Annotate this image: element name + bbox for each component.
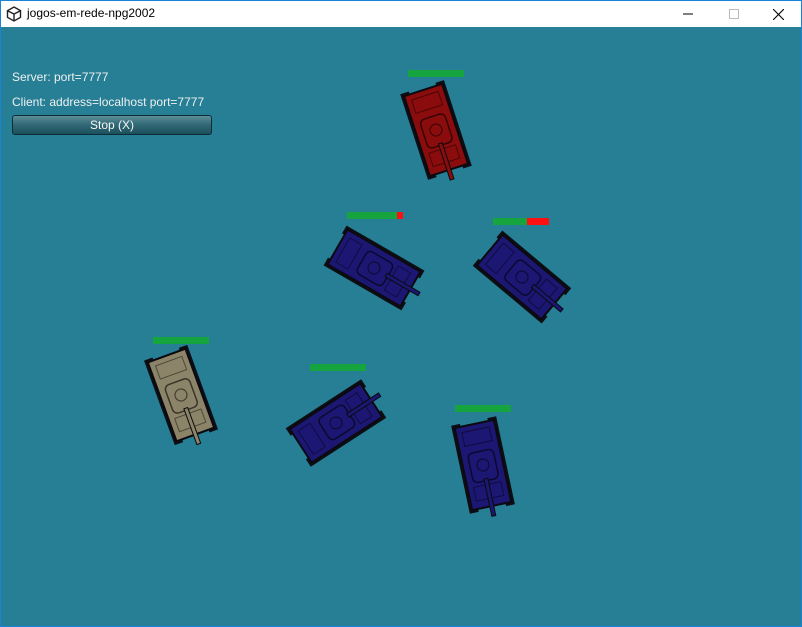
player-tank: [143, 344, 219, 446]
window-title: jogos-em-rede-npg2002: [27, 6, 156, 20]
health-fill: [408, 70, 464, 77]
damage-fill: [397, 212, 403, 219]
health-fill: [455, 405, 511, 412]
tank-body: [285, 379, 387, 467]
minimize-button[interactable]: [665, 1, 711, 27]
damage-fill: [527, 218, 549, 225]
health-bar-red-tank: [408, 70, 464, 77]
close-icon: [772, 8, 784, 20]
game-viewport[interactable]: Server: port=7777 Client: address=localh…: [1, 27, 801, 626]
close-button[interactable]: [755, 1, 801, 27]
stop-button[interactable]: Stop (X): [12, 115, 212, 135]
health-bar-blue-tank-3: [310, 364, 366, 371]
maximize-button[interactable]: [711, 1, 757, 27]
red-tank: [400, 80, 472, 181]
maximize-icon: [729, 9, 739, 19]
server-status: Server: port=7777: [12, 70, 109, 84]
tank-body: [143, 344, 219, 446]
blue-tank-3: [285, 379, 387, 467]
health-fill: [347, 212, 397, 219]
unity-icon: [6, 6, 22, 22]
game-window: jogos-em-rede-npg2002 Server: port=7777 …: [0, 0, 802, 627]
blue-tank-2: [472, 230, 572, 324]
health-bar-blue-tank-1: [347, 212, 403, 219]
health-bar-blue-tank-4: [455, 405, 511, 412]
blue-tank-4: [451, 416, 515, 517]
tank-body: [451, 416, 515, 517]
blue-tank-1: [323, 225, 425, 311]
tank-body: [323, 225, 425, 311]
client-status: Client: address=localhost port=7777: [12, 95, 205, 109]
tank-body: [400, 80, 472, 181]
health-fill: [493, 218, 527, 225]
tank-turret: [467, 448, 499, 484]
tank-body: [472, 230, 572, 324]
health-fill: [310, 364, 366, 371]
title-bar[interactable]: jogos-em-rede-npg2002: [1, 1, 801, 27]
minimize-icon: [683, 13, 693, 15]
health-bar-blue-tank-2: [493, 218, 549, 225]
